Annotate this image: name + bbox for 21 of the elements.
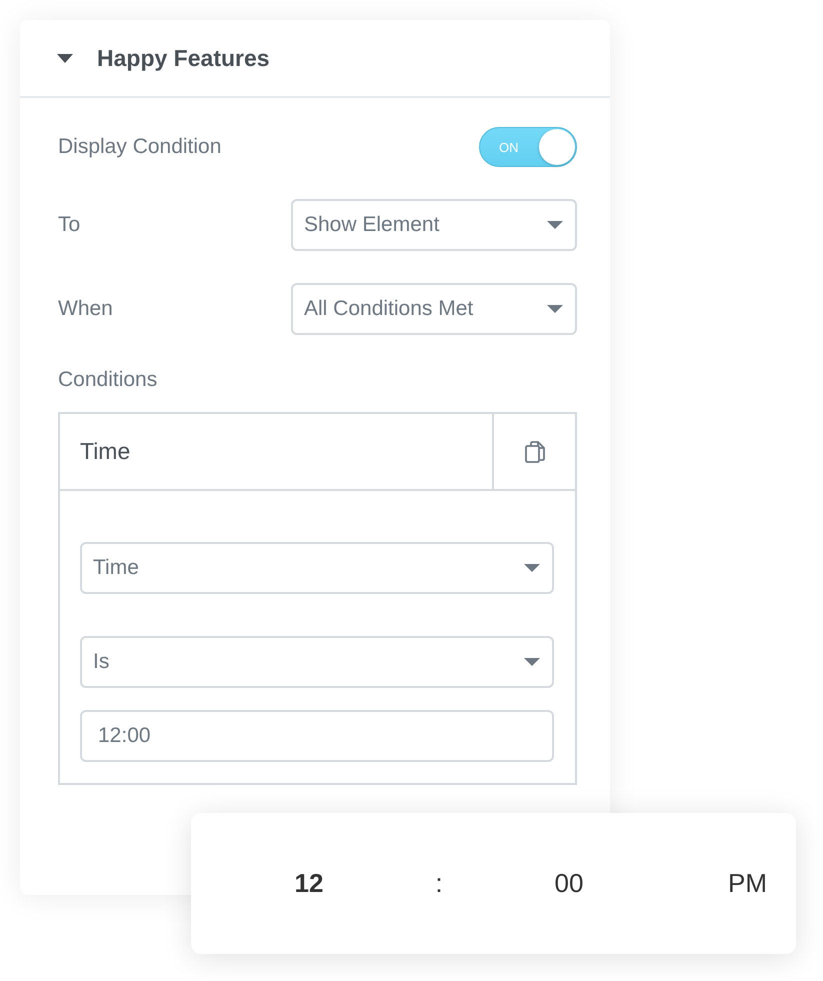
caret-icon [547, 305, 563, 313]
copy-icon [524, 440, 544, 462]
field-label: Conditions [58, 367, 158, 393]
field-label: Display Condition [58, 134, 222, 160]
dropdown[interactable]: All Conditions Met [291, 283, 577, 335]
time-segment[interactable]: 00 [554, 868, 584, 898]
condition-title[interactable]: Time [60, 414, 492, 489]
caret-icon [524, 658, 540, 666]
dropdown[interactable]: Time [80, 542, 554, 594]
dropdown[interactable]: Is [80, 636, 554, 688]
time-separator: : [435, 868, 443, 898]
field-label: When [58, 296, 113, 322]
caret-icon[interactable] [57, 54, 73, 62]
caret-icon [524, 564, 540, 572]
time-segment[interactable]: PM [728, 868, 767, 898]
caret-icon [547, 221, 563, 229]
dropdown[interactable]: Show Element [291, 199, 577, 251]
time-segment[interactable]: 12 [294, 868, 324, 898]
input-field[interactable]: 12:00 [80, 710, 554, 762]
field-label: To [58, 212, 80, 238]
section-title: Happy Features [97, 44, 270, 72]
